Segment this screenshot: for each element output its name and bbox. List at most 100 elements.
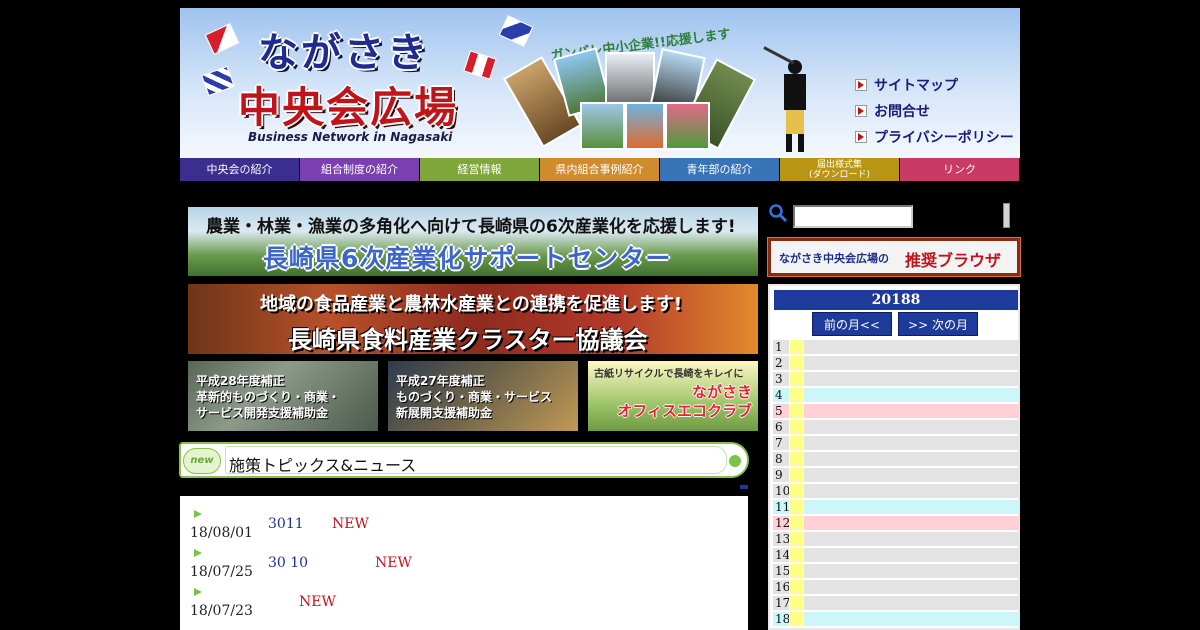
calendar-day-events	[803, 388, 1019, 402]
banner-text: ながさき オフィスエコクラブ	[617, 383, 752, 421]
calendar-day-row[interactable]: 13	[773, 532, 1019, 546]
header-links: サイトマップ お問合せ プライバシーポリシー	[855, 72, 1014, 150]
main-nav: 中央会の紹介 組合制度の紹介 経営情報 県内組合事例紹介 青年部の紹介 届出様式…	[180, 158, 1020, 181]
calendar-day-row[interactable]: 14	[773, 548, 1019, 562]
food-industry-cluster-banner[interactable]: 地域の食品産業と農林水産業との連携を促進します! 長崎県食料産業クラスター協議会	[188, 284, 758, 354]
previous-month-button[interactable]: 前の月<<	[812, 312, 892, 336]
calendar-day-marker	[789, 500, 803, 514]
new-badge-icon: new	[183, 448, 221, 474]
calendar-day-number: 14	[773, 548, 791, 562]
contact-link[interactable]: お問合せ	[855, 98, 1014, 124]
signal-flag-diamond-icon	[498, 15, 534, 47]
calendar-day-events	[803, 340, 1019, 354]
calendar-day-row[interactable]: 17	[773, 596, 1019, 610]
next-month-button[interactable]: >> 次の月	[898, 312, 978, 336]
privacy-policy-link[interactable]: プライバシーポリシー	[855, 124, 1014, 150]
nav-case-studies[interactable]: 県内組合事例紹介	[540, 158, 660, 181]
green-dot-icon	[729, 455, 741, 467]
calendar-day-row[interactable]: 5	[773, 404, 1019, 418]
nav-forms-download[interactable]: 届出様式集 (ダウンロード)	[780, 158, 900, 181]
calendar-day-marker	[789, 596, 803, 610]
calendar-day-number: 8	[773, 452, 789, 466]
calendar-day-events	[803, 596, 1019, 610]
calendar-day-row[interactable]: 15	[773, 564, 1019, 578]
banner-text: 地域の食品産業と農林水産業との連携を促進します!	[260, 294, 683, 315]
banner-tagline: 古紙リサイクルで長崎をキレイに	[594, 369, 744, 380]
calendar-day-row[interactable]: 12	[773, 516, 1019, 530]
privacy-policy-link-label: プライバシーポリシー	[874, 130, 1014, 146]
calendar-day-row[interactable]: 9	[773, 468, 1019, 482]
calendar-day-row[interactable]: 1	[773, 340, 1019, 354]
calendar-day-events	[803, 564, 1019, 578]
news-date: 18/07/23	[190, 603, 253, 619]
monozukuri-subsidy-h27-banner[interactable]: 平成27年度補正 ものづくり・商業・サービス 新展開支援補助金	[388, 361, 578, 431]
search-button[interactable]	[1003, 203, 1010, 228]
calendar-day-events	[803, 468, 1019, 482]
banner-title: 長崎県食料産業クラスター協議会	[288, 325, 648, 354]
calendar-day-number: 15	[773, 564, 791, 578]
calendar-day-marker	[789, 484, 803, 498]
calendar-day-marker	[789, 580, 803, 594]
calendar-day-row[interactable]: 8	[773, 452, 1019, 466]
calendar-day-marker	[789, 468, 803, 482]
calendar-day-row[interactable]: 3	[773, 372, 1019, 386]
calendar-day-row[interactable]: 7	[773, 436, 1019, 450]
calendar-month-title: 20188	[774, 290, 1018, 310]
calendar-day-row[interactable]: 2	[773, 356, 1019, 370]
banner-line: オフィスエコクラブ	[617, 402, 752, 420]
news-date: 18/07/25	[190, 564, 253, 580]
bullet-arrow-icon	[194, 588, 202, 596]
nav-business-info[interactable]: 経営情報	[420, 158, 540, 181]
calendar-day-events	[803, 532, 1019, 546]
nav-about[interactable]: 中央会の紹介	[180, 158, 300, 181]
banner-text: 平成27年度補正 ものづくり・商業・サービス 新展開支援補助金	[396, 373, 552, 421]
nav-links[interactable]: リンク	[900, 158, 1020, 181]
news-title-link[interactable]: 30 10	[268, 555, 308, 571]
logo-subtitle: Business Network in Nagasaki	[248, 130, 453, 144]
calendar-day-row[interactable]: 6	[773, 420, 1019, 434]
calendar-day-row[interactable]: 16	[773, 580, 1019, 594]
new-label: NEW	[375, 555, 412, 571]
calendar-day-events	[803, 516, 1019, 530]
banner-line: 新展開支援補助金	[396, 406, 493, 420]
sitemap-link[interactable]: サイトマップ	[855, 72, 1014, 98]
logo-title-line1: ながさき	[258, 30, 430, 76]
calendar-day-marker	[789, 516, 803, 530]
calendar-day-events	[803, 452, 1019, 466]
bullet-arrow-icon	[194, 549, 202, 557]
arrow-right-icon	[855, 105, 867, 117]
nagasaki-photo-fan-image	[503, 47, 757, 152]
calendar-day-number: 7	[773, 436, 789, 450]
calendar-day-row[interactable]: 10	[773, 484, 1019, 498]
calendar-day-number: 4	[773, 388, 789, 402]
office-eco-club-banner[interactable]: 古紙リサイクルで長崎をキレイに ながさき オフィスエコクラブ	[588, 361, 758, 431]
news-title-link[interactable]: 3011	[268, 516, 304, 532]
calendar-day-row[interactable]: 11	[773, 500, 1019, 514]
nav-cooperative-system[interactable]: 組合制度の紹介	[300, 158, 420, 181]
calendar-day-marker	[789, 420, 803, 434]
calendar-day-events	[803, 436, 1019, 450]
recommended-browser-banner[interactable]: ながさき中央会広場の 推奨ブラウザ	[767, 237, 1021, 277]
news-section-title: 施策トピックス&ニュース	[229, 456, 417, 475]
news-list: 18/08/01 3011 NEW 18/07/25 30 10 NEW 18/…	[180, 496, 748, 630]
search-icon	[769, 204, 788, 223]
search-input[interactable]	[793, 205, 913, 228]
new-label: NEW	[299, 594, 336, 610]
calendar-day-marker	[789, 452, 803, 466]
news-scroll-indicator[interactable]	[740, 485, 748, 489]
monozukuri-subsidy-h28-banner[interactable]: 平成28年度補正 革新的ものづくり・商業・ サービス開発支援補助金	[188, 361, 378, 431]
logo-title-line2: 中央会広場	[238, 83, 459, 132]
calendar-day-row[interactable]: 4	[773, 388, 1019, 402]
site-header: ながさき 中央会広場 Business Network in Nagasaki …	[180, 8, 1020, 158]
new-label: NEW	[332, 516, 369, 532]
banner-line: 平成28年度補正	[196, 374, 285, 388]
calendar-day-events	[803, 356, 1019, 370]
sixth-industry-support-banner[interactable]: 農業・林業・漁業の多角化へ向けて長崎県の6次産業化を応援します! 長崎県6次産業…	[188, 207, 758, 276]
calendar-day-row[interactable]: 18	[773, 612, 1019, 626]
calendar-day-number: 9	[773, 468, 789, 482]
calendar-day-events	[803, 548, 1019, 562]
sitemap-link-label: サイトマップ	[874, 78, 958, 94]
calendar-day-number: 11	[773, 500, 791, 514]
calendar-day-number: 6	[773, 420, 789, 434]
nav-youth-division[interactable]: 青年部の紹介	[660, 158, 780, 181]
